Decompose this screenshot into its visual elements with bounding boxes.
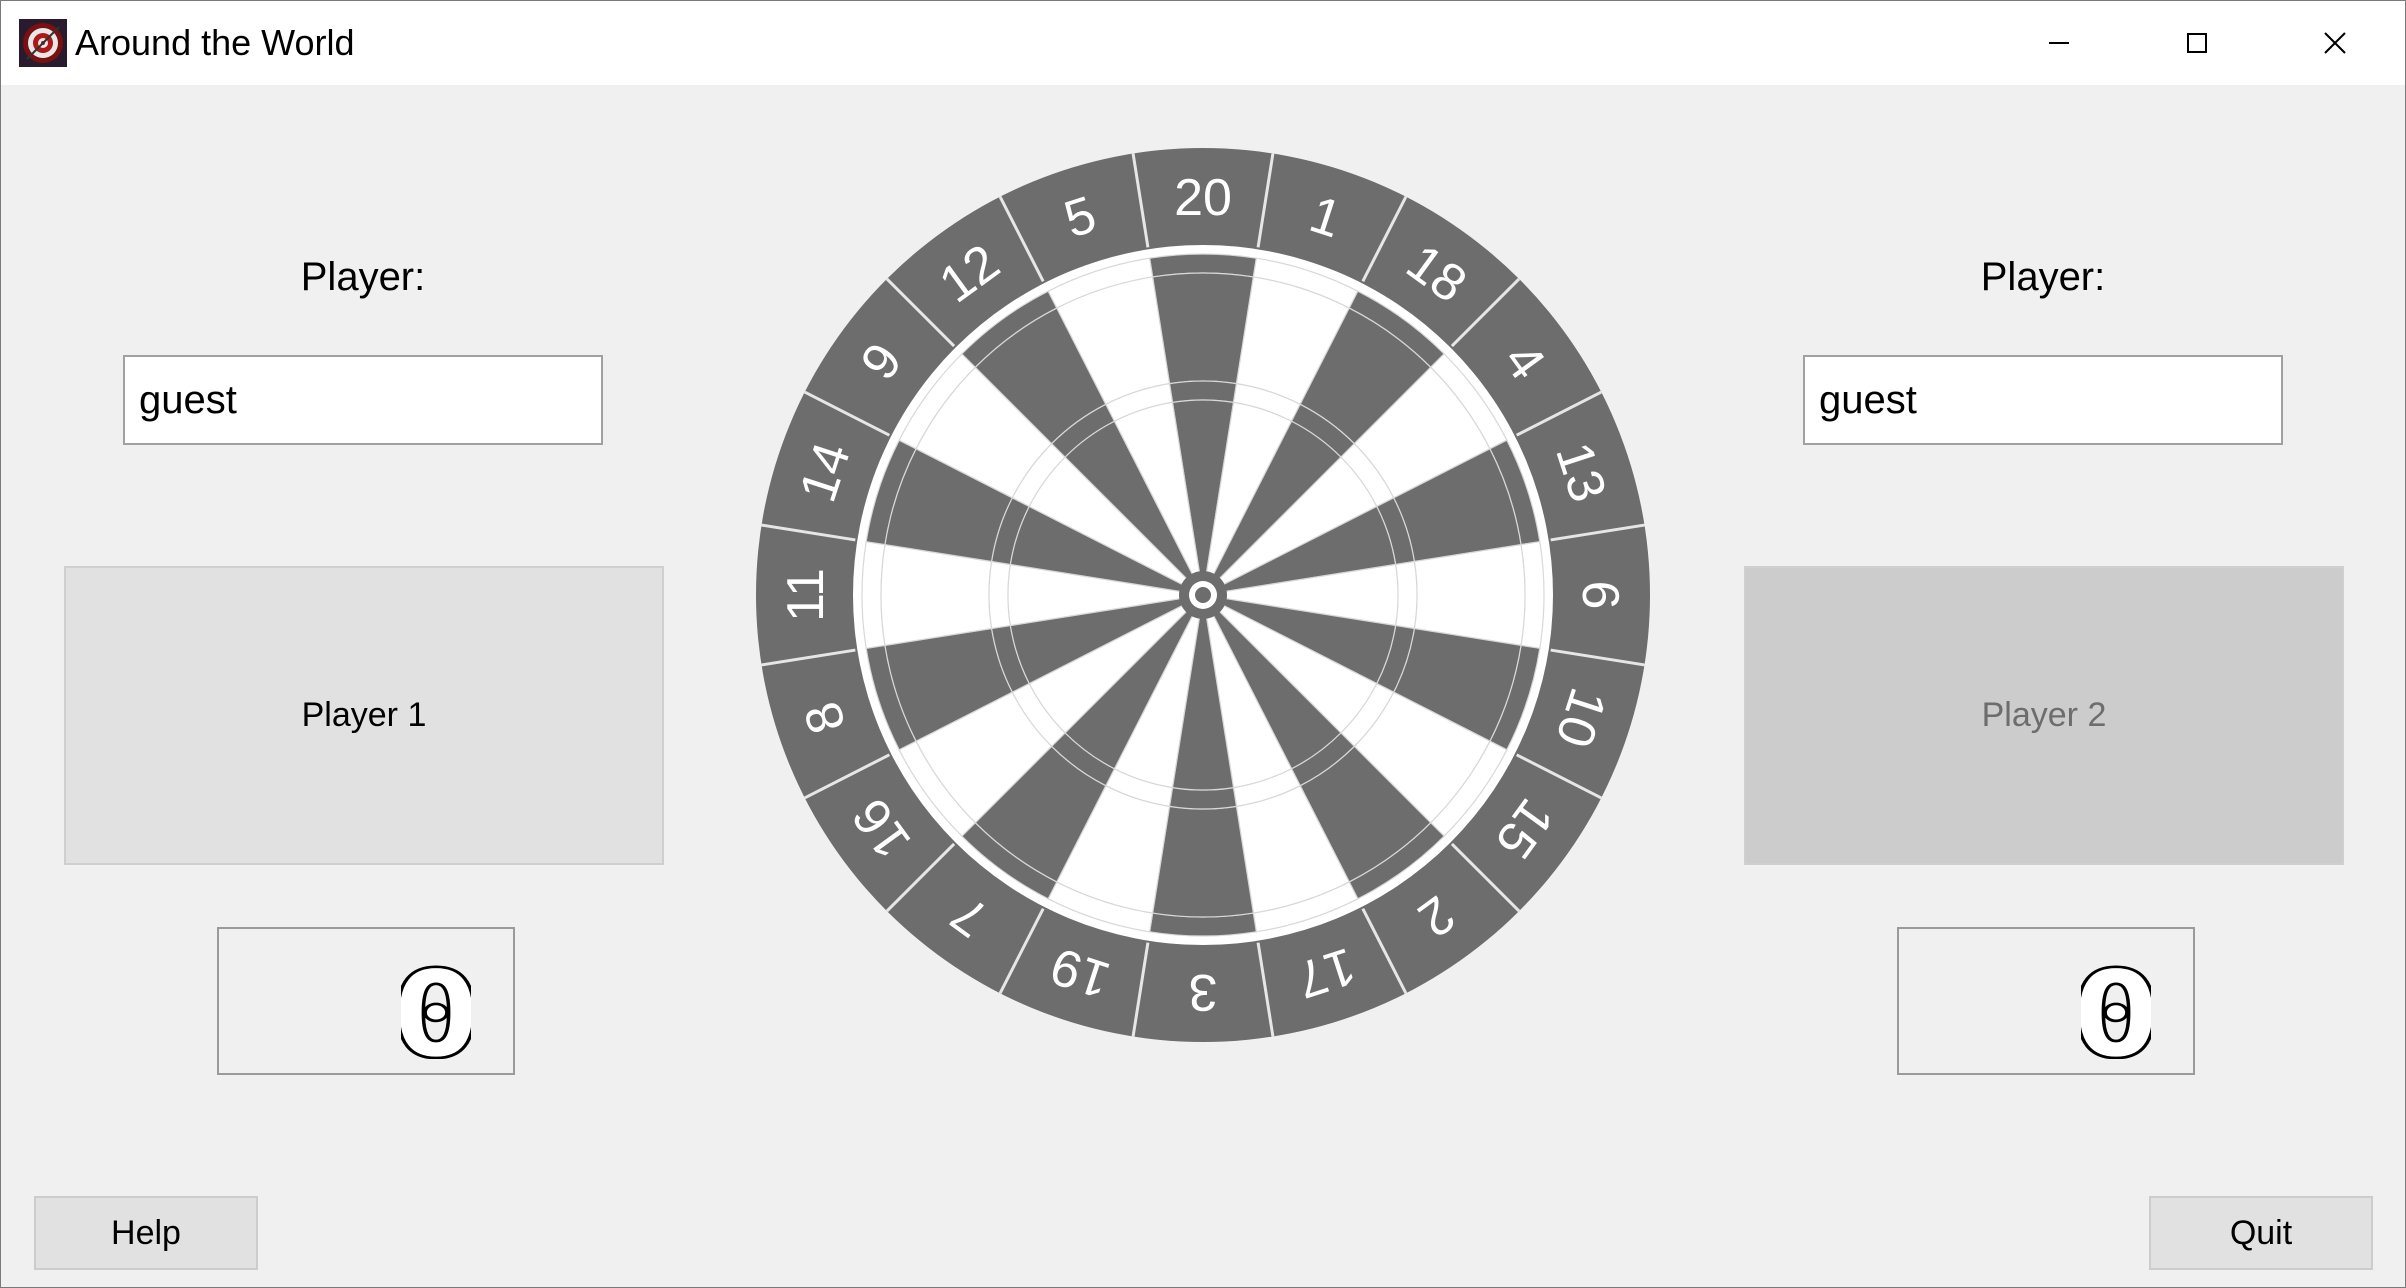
window-title: Around the World (75, 22, 355, 63)
close-icon (2324, 32, 2346, 54)
right-player-label: Player: (1980, 255, 2106, 299)
segment-outer-single-6[interactable] (1413, 543, 1526, 647)
left-player-label: Player: (300, 255, 426, 299)
segment-outer-single-11[interactable] (880, 543, 993, 647)
left-score-display: 0 (217, 927, 515, 1075)
right-player-name-input[interactable] (1803, 355, 2283, 445)
left-player-name-input[interactable] (123, 355, 603, 445)
right-score-digit: 0 (2081, 947, 2151, 1059)
svg-text:0: 0 (2081, 947, 2151, 1059)
dartboard-icon (19, 19, 67, 67)
help-button[interactable]: Help (34, 1196, 258, 1270)
app-window: Around the World Player: Player 1 0 Play… (0, 0, 2406, 1288)
minimize-button[interactable] (1990, 1, 2128, 85)
player-2-button[interactable]: Player 2 (1744, 566, 2344, 865)
maximize-button[interactable] (2128, 1, 2266, 85)
segment-treble-20[interactable] (1168, 380, 1238, 404)
maximize-icon (2187, 33, 2207, 53)
dartboard[interactable]: 20 11841361015217319716811149125 (753, 145, 1653, 1045)
player-1-button[interactable]: Player 1 (64, 566, 664, 865)
board-number-3: 3 (1189, 963, 1218, 1021)
segment-treble-3[interactable] (1168, 786, 1238, 810)
segment-outer-single-20[interactable] (1151, 272, 1255, 385)
board-number-20: 20 (1174, 169, 1232, 227)
bullseye[interactable] (1195, 587, 1211, 603)
title-bar: Around the World (1, 1, 2405, 85)
segment-outer-single-3[interactable] (1151, 805, 1255, 918)
segment-treble-6[interactable] (1394, 560, 1418, 630)
segment-treble-11[interactable] (988, 560, 1012, 630)
left-score-digit: 0 (401, 947, 471, 1059)
right-score-display: 0 (1897, 927, 2195, 1075)
board-number-6: 6 (1571, 581, 1629, 610)
svg-text:0: 0 (401, 947, 471, 1059)
board-number-11: 11 (777, 568, 835, 622)
minimize-icon (2049, 42, 2069, 44)
close-button[interactable] (2266, 1, 2404, 85)
quit-button[interactable]: Quit (2149, 1196, 2373, 1270)
